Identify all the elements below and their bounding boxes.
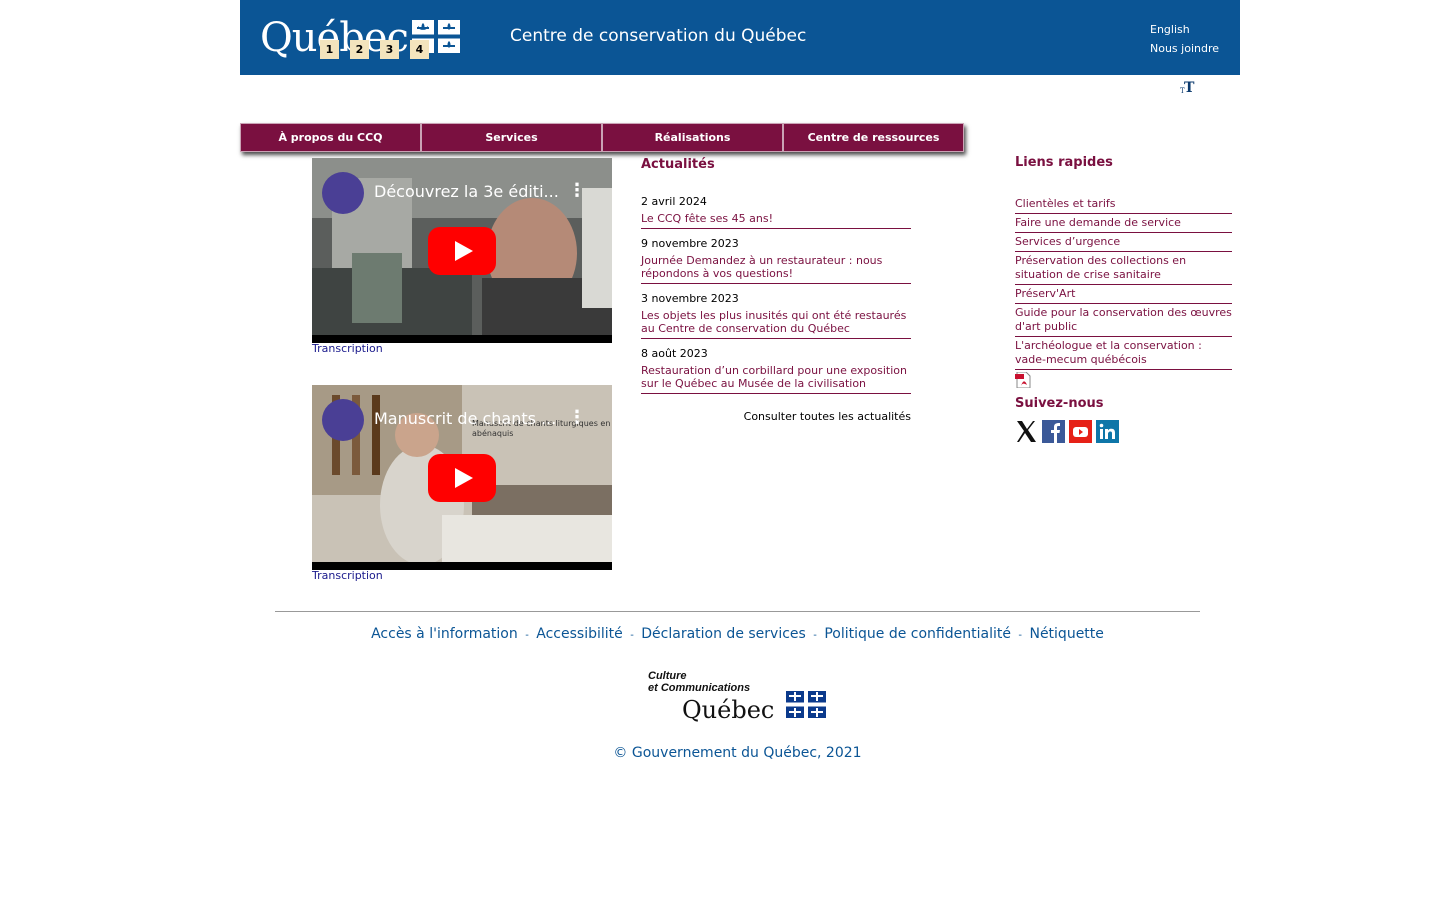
list-item: Préserv'Art: [1015, 285, 1232, 304]
ministry-logo[interactable]: Culture et Communications Québec: [646, 668, 828, 724]
list-item: Faire une demande de service: [1015, 214, 1232, 233]
list-item: Clientèles et tarifs: [1015, 195, 1232, 214]
pdf-icon[interactable]: [1015, 372, 1031, 388]
nav-item-services[interactable]: Services: [421, 123, 602, 152]
quick-link[interactable]: Préservation des collections en situatio…: [1015, 254, 1232, 282]
quick-link[interactable]: Clientèles et tarifs: [1015, 197, 1232, 211]
linkedin-icon[interactable]: [1096, 420, 1119, 443]
access-key-2[interactable]: 2: [350, 40, 369, 59]
text-size-icon[interactable]: T T: [1180, 79, 1196, 95]
header-links: English Nous joindre: [1150, 20, 1219, 58]
news-link[interactable]: Restauration d’un corbillard pour une ex…: [641, 364, 911, 390]
quick-link[interactable]: L'archéologue et la conservation : vade-…: [1015, 339, 1232, 367]
news-link[interactable]: Journée Demandez à un restaurateur : nou…: [641, 254, 911, 280]
copyright: © Gouvernement du Québec, 2021: [613, 745, 862, 761]
access-keys: 1 2 3 4: [320, 40, 440, 59]
footer-link-privacy[interactable]: Politique de confidentialité: [824, 626, 1011, 642]
quick-links-section: Liens rapides Clientèles et tarifs Faire…: [1015, 155, 1232, 443]
footer-separator: -: [525, 630, 529, 641]
news-list: 2 avril 2024 Le CCQ fête ses 45 ans! 9 n…: [641, 195, 911, 394]
quick-links-list: Clientèles et tarifs Faire une demande d…: [1015, 195, 1232, 370]
main-nav: À propos du CCQ Services Réalisations Ce…: [240, 123, 964, 152]
play-icon[interactable]: [428, 454, 496, 502]
quebec-flag-icon: [786, 691, 826, 718]
news-link[interactable]: Le CCQ fête ses 45 ans!: [641, 212, 911, 225]
transcription-link-1[interactable]: Transcription: [312, 342, 383, 355]
video-menu-icon[interactable]: ⋮: [568, 407, 586, 428]
play-icon[interactable]: [428, 227, 496, 275]
ministry-logo-line-2: et Communications: [648, 682, 750, 694]
video-title-1[interactable]: Découvrez la 3e éditi...: [374, 182, 559, 201]
ministry-logo-line-1: Culture: [648, 670, 687, 682]
footer-divider: [275, 611, 1200, 612]
transcription-link-2[interactable]: Transcription: [312, 569, 383, 582]
news-item: 2 avril 2024 Le CCQ fête ses 45 ans!: [641, 195, 911, 229]
footer-link-accessibility[interactable]: Accessibilité: [536, 626, 622, 642]
list-item: Services d’urgence: [1015, 233, 1232, 252]
quick-link[interactable]: Services d’urgence: [1015, 235, 1232, 249]
list-item: Préservation des collections en situatio…: [1015, 252, 1232, 285]
channel-avatar[interactable]: [322, 172, 364, 214]
list-item: Guide pour la conservation des œuvres d'…: [1015, 304, 1232, 337]
site-title: Centre de conservation du Québec: [510, 26, 807, 46]
channel-avatar[interactable]: [322, 399, 364, 441]
news-heading: Actualités: [641, 157, 715, 172]
all-news-link[interactable]: Consulter toutes les actualités: [641, 410, 911, 423]
news-item: 3 novembre 2023 Les objets les plus inus…: [641, 292, 911, 339]
access-key-3[interactable]: 3: [380, 40, 399, 59]
english-link[interactable]: English: [1150, 20, 1219, 39]
quick-link[interactable]: Faire une demande de service: [1015, 216, 1232, 230]
youtube-icon[interactable]: [1069, 420, 1092, 443]
nav-item-realisations[interactable]: Réalisations: [602, 123, 783, 152]
video-title-2[interactable]: Manuscrit de chants ...: [374, 409, 556, 428]
quick-link[interactable]: Préserv'Art: [1015, 287, 1232, 301]
news-item: 9 novembre 2023 Journée Demandez à un re…: [641, 237, 911, 284]
news-date: 2 avril 2024: [641, 195, 707, 208]
video-menu-icon[interactable]: ⋮: [568, 180, 586, 201]
contact-link[interactable]: Nous joindre: [1150, 39, 1219, 58]
ministry-logo-line-3: Québec: [682, 696, 774, 724]
svg-text:T: T: [1184, 80, 1195, 95]
footer-link-netiquette[interactable]: Nétiquette: [1029, 626, 1103, 642]
video-player-2[interactable]: Manuscrit de chants liturgiques en abéna…: [312, 385, 612, 570]
news-item: 8 août 2023 Restauration d’un corbillard…: [641, 347, 911, 394]
footer-separator: -: [813, 630, 817, 641]
news-date: 8 août 2023: [641, 347, 708, 360]
social-links: [1015, 420, 1232, 443]
footer-links: Accès à l'information - Accessibilité - …: [0, 626, 1440, 642]
nav-item-resources[interactable]: Centre de ressources: [783, 123, 964, 152]
list-item: L'archéologue et la conservation : vade-…: [1015, 337, 1232, 370]
nav-item-about[interactable]: À propos du CCQ: [240, 123, 421, 152]
facebook-icon[interactable]: [1042, 420, 1065, 443]
footer-separator: -: [1018, 630, 1023, 641]
quick-link[interactable]: Guide pour la conservation des œuvres d'…: [1015, 306, 1232, 334]
news-date: 9 novembre 2023: [641, 237, 739, 250]
access-key-4[interactable]: 4: [410, 40, 429, 59]
x-icon[interactable]: [1015, 420, 1038, 443]
follow-heading: Suivez-nous: [1015, 396, 1104, 411]
video-player-1[interactable]: Découvrez la 3e éditi... ⋮: [312, 158, 612, 343]
news-date: 3 novembre 2023: [641, 292, 739, 305]
footer-separator: -: [630, 630, 634, 641]
news-section: Actualités 2 avril 2024 Le CCQ fête ses …: [641, 157, 911, 423]
site-header: Québec 1 2 3 4 Centre de conservation du…: [240, 0, 1240, 75]
quick-links-heading: Liens rapides: [1015, 155, 1113, 170]
footer-link-service-declaration[interactable]: Déclaration de services: [641, 626, 806, 642]
news-link[interactable]: Les objets les plus inusités qui ont été…: [641, 309, 911, 335]
access-key-1[interactable]: 1: [320, 40, 339, 59]
footer-link-access-info[interactable]: Accès à l'information: [371, 626, 518, 642]
